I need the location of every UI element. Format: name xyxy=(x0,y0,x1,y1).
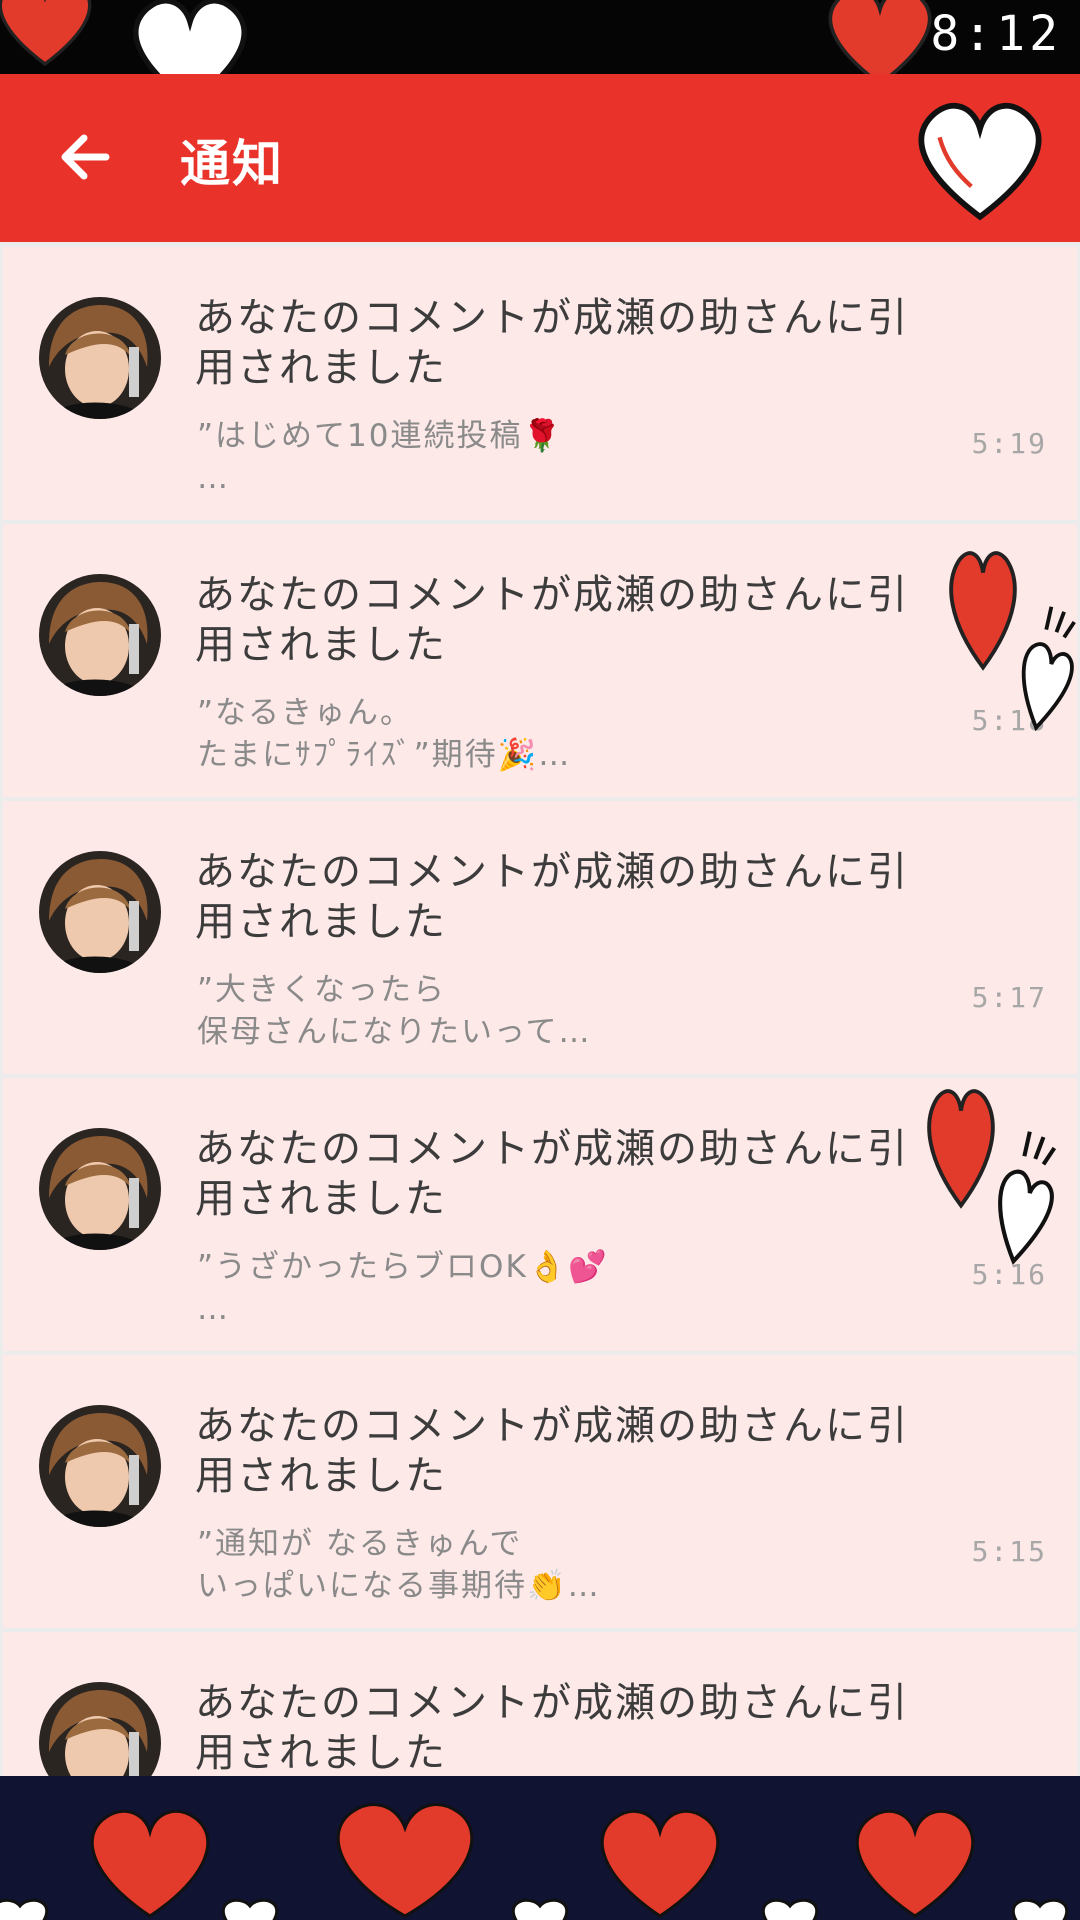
excerpt-line: いっぱいになる事期待👏… xyxy=(197,1568,601,1604)
excerpt-line: ”うざかったらブロOK👌💕 xyxy=(197,1249,609,1285)
status-time: 8:12 xyxy=(930,6,1062,62)
heart-outline-icon xyxy=(998,1131,1057,1265)
avatar[interactable] xyxy=(39,574,161,696)
excerpt-line: 保母さんになりたいって… xyxy=(197,1014,592,1050)
notification-excerpt: ”なるきゅん。 たまにｻﾌﾟﾗｲｽﾞ”期待🎉… xyxy=(197,692,757,776)
avatar[interactable] xyxy=(39,1682,161,1776)
notification-title: あなたのコメントが成瀬の助さんに引用されました xyxy=(195,1403,909,1499)
notification-list[interactable]: あなたのコメントが成瀬の助さんに引用されました ”はじめて10連続投稿🌹 … 5… xyxy=(0,242,1080,1776)
notification-time: 5:16 xyxy=(971,1258,1047,1291)
notification-title: あなたのコメントが成瀬の助さんに引用されました xyxy=(195,572,909,668)
avatar[interactable] xyxy=(39,1405,161,1527)
notification-time: 5:15 xyxy=(971,1535,1047,1568)
bottom-decor-banner xyxy=(0,1776,1080,1920)
heart-sticker-icon xyxy=(949,551,1017,671)
notification-excerpt: ”はじめて10連続投稿🌹 … xyxy=(197,415,757,499)
notification-excerpt: ”うざかったらブロOK👌💕 … xyxy=(197,1246,757,1330)
notification-item[interactable]: あなたのコメントが成瀬の助さんに引用されました ”うざかったらブロOK👌💕 … … xyxy=(3,1078,1077,1351)
status-bar: 8:12 xyxy=(0,0,1080,74)
heart-sticker-icon xyxy=(918,102,1042,221)
heart-sticker-icon xyxy=(828,0,932,74)
avatar[interactable] xyxy=(39,1128,161,1250)
avatar[interactable] xyxy=(39,297,161,419)
notification-item[interactable]: あなたのコメントが成瀬の助さんに引用されました xyxy=(3,1632,1077,1776)
app-bar: 通知 xyxy=(0,74,1080,242)
notification-time: 5:19 xyxy=(971,427,1047,460)
notification-title: あなたのコメントが成瀬の助さんに引用されました xyxy=(195,295,909,391)
user-avatar-icon xyxy=(39,574,161,696)
excerpt-line: … xyxy=(197,460,230,496)
heart-pattern-icon xyxy=(0,1803,1069,1920)
excerpt-line: たまにｻﾌﾟﾗｲｽﾞ”期待🎉… xyxy=(197,737,572,773)
avatar[interactable] xyxy=(39,851,161,973)
notification-excerpt: ”大きくなったら 保母さんになりたいって… xyxy=(197,969,757,1053)
notification-time: 5:17 xyxy=(971,981,1047,1014)
notification-excerpt: ”通知が なるきゅんで いっぱいになる事期待👏… xyxy=(197,1523,757,1607)
notification-item[interactable]: あなたのコメントが成瀬の助さんに引用されました ”通知が なるきゅんで いっぱい… xyxy=(3,1355,1077,1628)
user-avatar-icon xyxy=(39,1682,161,1776)
back-button[interactable] xyxy=(44,114,130,200)
user-avatar-icon xyxy=(39,1405,161,1527)
notification-item[interactable]: あなたのコメントが成瀬の助さんに引用されました ”はじめて10連続投稿🌹 … 5… xyxy=(3,247,1077,520)
excerpt-line: ”通知が なるきゅんで xyxy=(197,1526,523,1562)
arrow-left-icon xyxy=(61,134,110,180)
user-avatar-icon xyxy=(39,851,161,973)
excerpt-line: ”なるきゅん。 xyxy=(197,695,414,731)
notification-title: あなたのコメントが成瀬の助さんに引用されました xyxy=(195,1680,909,1776)
notification-title: あなたのコメントが成瀬の助さんに引用されました xyxy=(195,849,909,945)
notification-title: あなたのコメントが成瀬の助さんに引用されました xyxy=(195,1126,909,1222)
user-avatar-icon xyxy=(39,1128,161,1250)
heart-sticker-icon xyxy=(133,0,247,74)
excerpt-line: ”はじめて10連続投稿🌹 xyxy=(197,418,564,454)
excerpt-line: … xyxy=(197,1291,230,1327)
notification-time: 5:18 xyxy=(971,704,1047,737)
excerpt-line: ”大きくなったら xyxy=(197,972,447,1008)
page-title: 通知 xyxy=(180,135,284,193)
heart-sticker-icon xyxy=(0,0,92,67)
notification-item[interactable]: あなたのコメントが成瀬の助さんに引用されました ”大きくなったら 保母さんになり… xyxy=(3,801,1077,1074)
notification-item[interactable]: あなたのコメントが成瀬の助さんに引用されました ”なるきゅん。 たまにｻﾌﾟﾗｲ… xyxy=(3,524,1077,797)
user-avatar-icon xyxy=(39,297,161,419)
